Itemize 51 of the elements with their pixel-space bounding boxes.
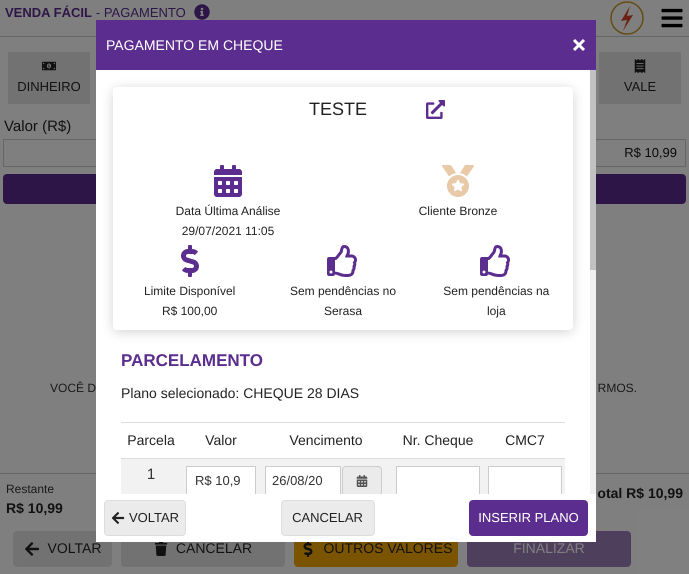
notice-text: VOCÊ D — [50, 380, 96, 396]
cmc7-input[interactable] — [488, 466, 562, 494]
receipt-icon — [633, 59, 647, 74]
date-input[interactable]: 26/08/20 — [265, 466, 341, 494]
customer-name: TESTE — [308, 98, 367, 121]
close-icon[interactable] — [572, 38, 586, 52]
value-input[interactable]: R$ 10,9 — [186, 466, 256, 494]
indicator-label: Limite Disponível — [144, 283, 236, 300]
payment-method-tab[interactable]: DINHEIRO — [8, 52, 90, 104]
column-header: Vencimento — [288, 430, 364, 450]
payment-method-tab[interactable]: VALE — [599, 52, 681, 104]
column-header: Nr. Cheque — [402, 430, 474, 450]
dialog-button[interactable]: VOLTAR — [104, 500, 186, 536]
info-icon[interactable] — [194, 4, 210, 20]
total-text: otal R$ 10,99 — [597, 484, 683, 502]
cheque-number-input[interactable] — [396, 466, 480, 494]
column-header: Parcela — [126, 430, 176, 450]
thumbs-up-icon — [326, 245, 359, 277]
dialog-title: PAGAMENTO EM CHEQUE — [106, 36, 283, 55]
trash-icon — [154, 542, 168, 556]
calendar-button[interactable] — [342, 466, 382, 494]
indicator-label: Sem pendências na loja — [442, 283, 550, 320]
page-title: - PAGAMENTO — [96, 6, 186, 18]
dialog-button[interactable]: INSERIR PLANO — [469, 500, 588, 536]
column-header: CMC7 — [504, 430, 546, 450]
footer-button[interactable]: VOLTAR — [13, 530, 112, 566]
column-header: Valor — [204, 430, 238, 450]
remaining-label: Restante — [6, 480, 56, 498]
arrow-left-icon — [24, 540, 40, 556]
indicator-value: R$ 100,00 — [162, 303, 218, 320]
external-link-icon[interactable] — [426, 100, 445, 119]
remaining-value: R$ 10,99 — [6, 498, 63, 518]
table-cell-text: 1 — [146, 465, 156, 486]
dollar-icon — [180, 245, 200, 277]
plan-text: Plano selecionado: CHEQUE 28 DIAS — [121, 384, 360, 403]
calendar-icon — [356, 474, 368, 486]
indicator-value: 29/07/2021 11:05 — [182, 223, 274, 240]
thumbs-up-icon — [480, 245, 512, 277]
indicator-label: Cliente Bronze — [418, 203, 498, 220]
menu-icon[interactable] — [660, 6, 684, 30]
arrow-left-icon — [110, 511, 125, 525]
section-title: PARCELAMENTO — [121, 350, 264, 372]
calendar-icon — [213, 165, 243, 197]
dialog-button[interactable]: CANCELAR — [280, 500, 374, 536]
medal-icon — [441, 165, 475, 197]
app-title: VENDA FÁCIL — [5, 6, 92, 18]
field-label: Valor (R$) — [4, 117, 72, 137]
indicator-label: Sem pendências no Serasa — [288, 283, 398, 320]
indicator-label: Data Última Análise — [176, 203, 280, 220]
notice-text: RMOS. — [598, 380, 637, 396]
scrollbar[interactable] — [590, 70, 596, 494]
